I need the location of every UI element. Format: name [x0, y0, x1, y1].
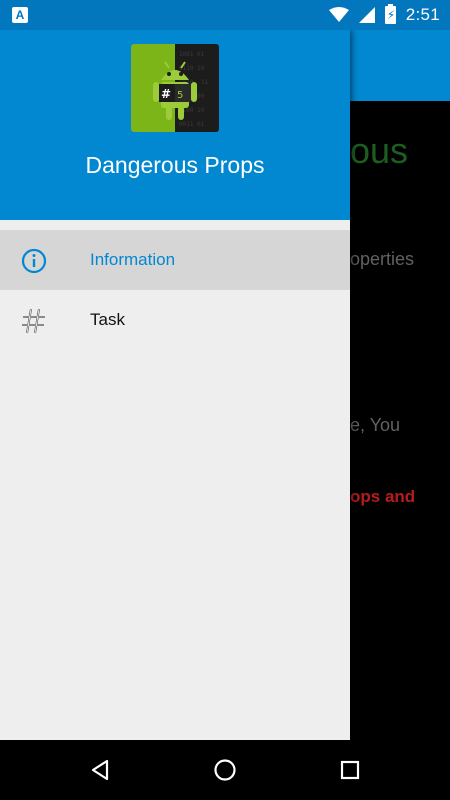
- drawer-item-task[interactable]: Task: [0, 290, 350, 350]
- navigation-drawer: 100101 011010 101011 010100 110010 00110…: [0, 30, 350, 740]
- drawer-item-label: Task: [90, 310, 125, 329]
- system-nav-bar: [0, 740, 450, 800]
- drawer-menu: Information Task: [0, 230, 350, 350]
- svg-text:00: 00: [197, 93, 205, 100]
- svg-text:10: 10: [197, 65, 205, 72]
- signal-icon: [358, 7, 375, 23]
- hash-icon: [22, 308, 45, 334]
- svg-text:5: 5: [177, 90, 183, 101]
- svg-text:10: 10: [197, 107, 205, 114]
- wifi-icon: [328, 7, 349, 22]
- background-title-fragment: ous: [350, 130, 409, 171]
- svg-text:01: 01: [197, 121, 205, 128]
- info-icon: [21, 248, 47, 274]
- back-icon: [91, 759, 109, 781]
- background-text-fragment: operties: [350, 249, 415, 269]
- background-text-fragment: e, You: [350, 415, 401, 435]
- status-icons: ⚡ 2:51: [328, 0, 440, 30]
- clock: 2:51: [405, 5, 440, 24]
- svg-text:11: 11: [201, 79, 209, 86]
- drawer-item-information[interactable]: Information: [0, 230, 350, 290]
- drawer-item-label: Information: [90, 250, 176, 269]
- home-button[interactable]: [210, 755, 240, 785]
- app-name: Dangerous Props: [85, 152, 265, 178]
- back-button[interactable]: [85, 755, 115, 785]
- svg-text:#: #: [161, 87, 171, 101]
- svg-text:0011: 0011: [179, 121, 194, 128]
- svg-text:01: 01: [197, 51, 205, 58]
- recents-icon: [340, 760, 360, 780]
- svg-text:1001: 1001: [179, 51, 194, 58]
- battery-charging-icon: ⚡: [384, 4, 396, 24]
- recents-button[interactable]: [335, 755, 365, 785]
- app-logo: 100101 011010 101011 010100 110010 00110…: [131, 44, 219, 132]
- background-warning-fragment: ops and: [350, 487, 416, 506]
- status-bar: A ⚡ 2:51: [0, 0, 450, 30]
- home-icon: [214, 759, 236, 781]
- notification-app-icon: A: [12, 7, 28, 23]
- drawer-header: 100101 011010 101011 010100 110010 00110…: [0, 30, 350, 220]
